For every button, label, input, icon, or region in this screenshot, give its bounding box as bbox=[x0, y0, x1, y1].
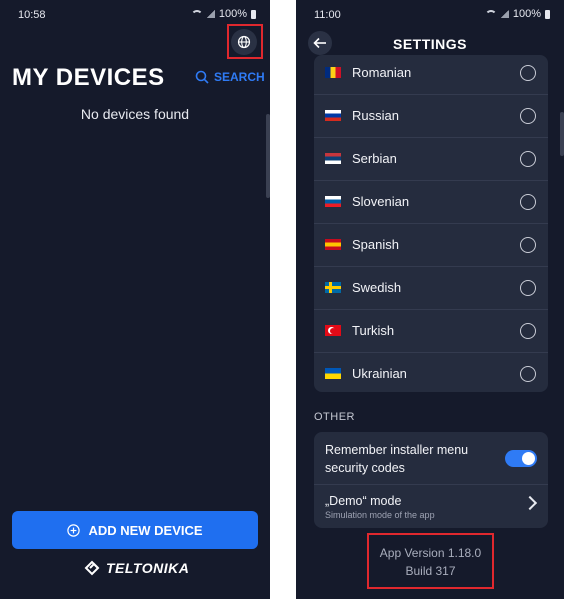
signal-icon bbox=[500, 10, 509, 18]
battery-percent: 100% bbox=[218, 8, 247, 20]
language-row[interactable]: Swedish bbox=[314, 266, 548, 310]
scrollbar[interactable] bbox=[560, 112, 564, 156]
language-row[interactable]: Ukrainian bbox=[314, 352, 548, 392]
build-number: Build 317 bbox=[405, 564, 456, 578]
flag-icon bbox=[325, 368, 341, 379]
status-time: 11:00 bbox=[314, 9, 341, 21]
remember-codes-row[interactable]: Remember installer menu security codes bbox=[314, 432, 548, 485]
battery-percent: 100% bbox=[512, 8, 541, 20]
add-new-device-button[interactable]: ADD NEW DEVICE bbox=[12, 511, 258, 549]
wifi-icon bbox=[190, 9, 203, 19]
toggle-knob bbox=[522, 452, 535, 465]
language-label: Swedish bbox=[352, 280, 402, 295]
add-new-device-label: ADD NEW DEVICE bbox=[88, 522, 203, 538]
language-label: Serbian bbox=[352, 151, 397, 166]
section-label-other: OTHER bbox=[314, 411, 355, 423]
remember-codes-toggle[interactable] bbox=[505, 450, 537, 467]
language-radio[interactable] bbox=[520, 150, 536, 167]
language-radio[interactable] bbox=[520, 322, 536, 339]
search-label: SEARCH bbox=[214, 70, 265, 84]
language-row[interactable]: Turkish bbox=[314, 309, 548, 353]
status-icons: 100% bbox=[484, 8, 550, 20]
language-label: Spanish bbox=[352, 237, 399, 252]
language-row[interactable]: Russian bbox=[314, 94, 548, 138]
language-label: Russian bbox=[352, 108, 399, 123]
flag-icon bbox=[325, 239, 341, 250]
empty-state-text: No devices found bbox=[80, 106, 190, 122]
page-title: MY DEVICES bbox=[12, 64, 165, 91]
highlight-box-language bbox=[227, 24, 263, 59]
language-label: Turkish bbox=[352, 323, 395, 338]
language-label: Slovenian bbox=[352, 194, 410, 209]
status-time: 10:58 bbox=[18, 9, 46, 21]
language-label: Ukrainian bbox=[352, 366, 407, 381]
language-row[interactable]: Slovenian bbox=[314, 180, 548, 224]
language-row[interactable]: Romanian bbox=[314, 55, 548, 95]
my-devices-screen: 10:58 100% MY DEVICES SEARCH No devices … bbox=[0, 0, 270, 599]
flag-icon bbox=[325, 67, 341, 78]
language-row[interactable]: Spanish bbox=[314, 223, 548, 267]
other-settings-card: Remember installer menu security codes „… bbox=[314, 432, 548, 528]
signal-icon bbox=[206, 10, 215, 18]
teltonika-logo-icon bbox=[84, 560, 100, 576]
status-icons: 100% bbox=[190, 8, 256, 20]
language-radio[interactable] bbox=[520, 236, 536, 253]
chevron-right-icon bbox=[522, 495, 538, 511]
language-row[interactable]: Serbian bbox=[314, 137, 548, 181]
battery-icon bbox=[251, 9, 256, 19]
battery-icon bbox=[545, 9, 550, 19]
flag-icon bbox=[325, 282, 341, 293]
language-radio[interactable] bbox=[520, 64, 536, 81]
flag-icon bbox=[325, 196, 341, 207]
page-title: SETTINGS bbox=[392, 36, 467, 52]
language-radio[interactable] bbox=[520, 279, 536, 296]
flag-icon bbox=[325, 110, 341, 121]
language-radio[interactable] bbox=[520, 107, 536, 124]
language-radio[interactable] bbox=[520, 365, 536, 382]
scrollbar[interactable] bbox=[266, 114, 270, 198]
flag-icon bbox=[325, 153, 341, 164]
brand-name: TELTONIKA bbox=[106, 560, 190, 576]
remember-codes-label: Remember installer menu security codes bbox=[325, 443, 469, 475]
plus-circle-icon bbox=[67, 523, 81, 537]
search-button[interactable]: SEARCH bbox=[195, 70, 265, 84]
search-icon bbox=[195, 70, 209, 84]
language-radio[interactable] bbox=[520, 193, 536, 210]
wifi-icon bbox=[484, 9, 497, 19]
demo-mode-title: „Demo“ mode bbox=[325, 494, 402, 508]
settings-screen: 11:00 100% SETTINGS Romanian Russian Serbi… bbox=[296, 0, 564, 599]
flag-icon bbox=[325, 325, 341, 336]
app-version: App Version 1.18.0 bbox=[379, 546, 482, 560]
language-list: Romanian Russian Serbian Slovenian Spanish Sw… bbox=[314, 55, 548, 392]
status-bar: 11:00 100% bbox=[296, 0, 564, 28]
app-version-box: App Version 1.18.0 Build 317 bbox=[367, 533, 494, 589]
brand-logo: TELTONIKA bbox=[84, 560, 189, 576]
language-label: Romanian bbox=[352, 65, 412, 80]
demo-mode-subtitle: Simulation mode of the app bbox=[325, 510, 435, 520]
